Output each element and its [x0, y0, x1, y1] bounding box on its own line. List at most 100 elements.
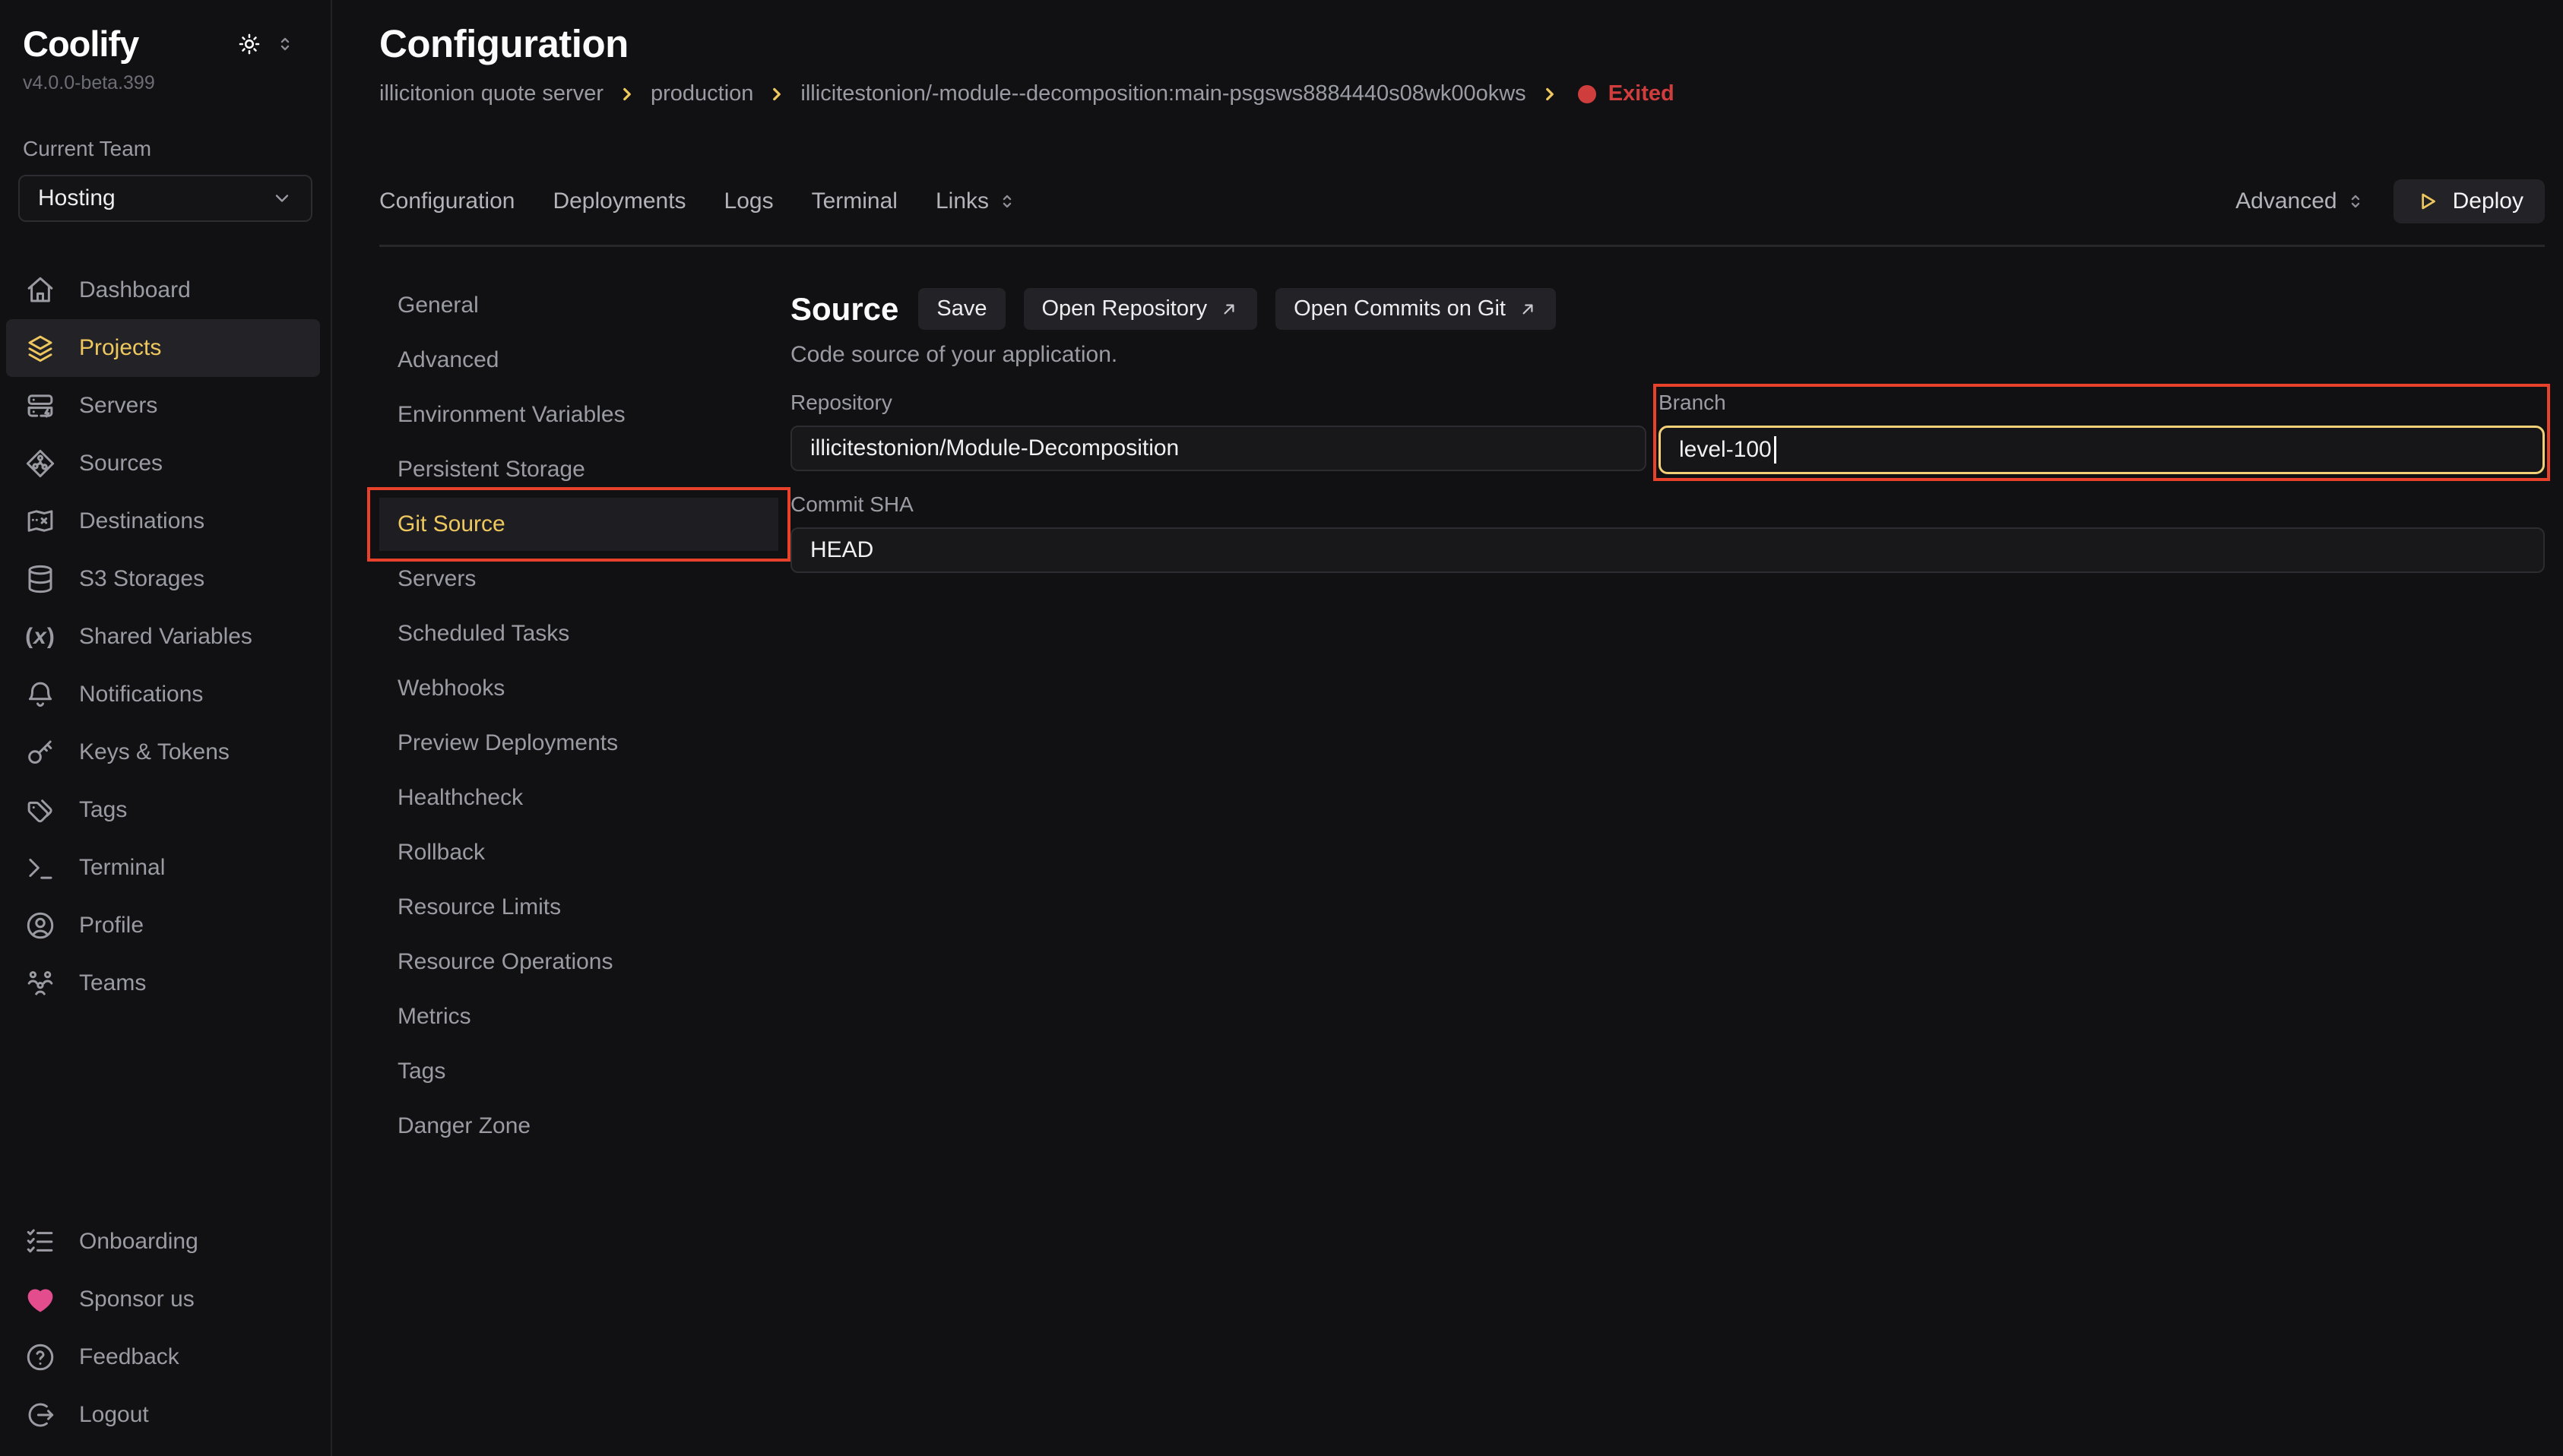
sidebar-item-dashboard[interactable]: Dashboard: [6, 261, 320, 319]
chevron-down-icon: [271, 188, 293, 209]
sidebar-item-label: Feedback: [79, 1344, 179, 1370]
subnav-item-resource-limits[interactable]: Resource Limits: [379, 881, 778, 934]
status-badge: Exited: [1578, 81, 1674, 106]
git-source-panel: Source Save Open Repository Open Commits…: [790, 279, 2545, 1456]
sidebar-item-label: Teams: [79, 970, 146, 996]
sidebar-item-label: Terminal: [79, 855, 165, 881]
content-area: General Advanced Environment Variables P…: [379, 279, 2545, 1456]
app-logo: Coolify: [23, 23, 138, 65]
sidebar-item-sponsor-us[interactable]: Sponsor us: [6, 1271, 320, 1328]
sidebar-item-label: S3 Storages: [79, 566, 204, 592]
breadcrumb: illicitonion quote server production ill…: [379, 81, 2545, 106]
external-link-icon: [1219, 299, 1239, 319]
advanced-menu[interactable]: Advanced: [2235, 188, 2365, 214]
logo-row: Coolify: [0, 23, 331, 65]
save-button[interactable]: Save: [918, 288, 1005, 330]
repository-label: Repository: [790, 391, 1646, 415]
sidebar-item-servers[interactable]: Servers: [6, 377, 320, 435]
page-title: Configuration: [379, 21, 2545, 66]
checklist-icon: [24, 1226, 56, 1258]
subnav-item-webhooks[interactable]: Webhooks: [379, 662, 778, 715]
home-icon: [24, 274, 56, 306]
subnav-item-general[interactable]: General: [379, 279, 778, 332]
subnav-item-metrics[interactable]: Metrics: [379, 990, 778, 1043]
tab-deployments[interactable]: Deployments: [553, 188, 686, 214]
play-icon: [2415, 189, 2439, 214]
sidebar-item-teams[interactable]: Teams: [6, 954, 320, 1012]
sidebar-footer-nav: Onboarding Sponsor us Feedback Logout: [0, 1213, 331, 1444]
sidebar-item-label: Destinations: [79, 508, 204, 534]
sidebar-item-shared-variables[interactable]: (x) Shared Variables: [6, 608, 320, 666]
user-icon: [24, 910, 56, 942]
subnav-item-rollback[interactable]: Rollback: [379, 826, 778, 879]
subnav-item-persistent-storage[interactable]: Persistent Storage: [379, 443, 778, 496]
database-icon: [24, 563, 56, 595]
breadcrumb-project[interactable]: illicitonion quote server: [379, 81, 604, 106]
tags-icon: [24, 794, 56, 826]
key-icon: [24, 736, 56, 768]
subnav-item-resource-operations[interactable]: Resource Operations: [379, 935, 778, 989]
sidebar-item-sources[interactable]: Sources: [6, 435, 320, 492]
sidebar-item-profile[interactable]: Profile: [6, 897, 320, 954]
open-commits-button[interactable]: Open Commits on Git: [1275, 288, 1556, 330]
subnav-item-servers[interactable]: Servers: [379, 552, 778, 606]
map-icon: [24, 505, 56, 537]
sidebar-item-terminal[interactable]: Terminal: [6, 839, 320, 897]
tab-configuration[interactable]: Configuration: [379, 188, 515, 214]
open-repository-button[interactable]: Open Repository: [1024, 288, 1258, 330]
text-cursor: [1774, 436, 1776, 464]
app-root: Coolify v4.0.0-beta.399 Current Team Hos…: [0, 0, 2563, 1456]
server-icon: [24, 390, 56, 422]
git-source-icon: [24, 448, 56, 480]
chevron-right-icon: [617, 84, 637, 104]
sidebar-item-s3-storages[interactable]: S3 Storages: [6, 550, 320, 608]
subnav-item-scheduled-tasks[interactable]: Scheduled Tasks: [379, 607, 778, 660]
sidebar-item-notifications[interactable]: Notifications: [6, 666, 320, 723]
sidebar-item-onboarding[interactable]: Onboarding: [6, 1213, 320, 1271]
layers-icon: [24, 332, 56, 364]
sidebar-item-keys-tokens[interactable]: Keys & Tokens: [6, 723, 320, 781]
current-team-label: Current Team: [0, 137, 331, 161]
subnav-item-danger-zone[interactable]: Danger Zone: [379, 1100, 778, 1153]
team-select[interactable]: Hosting: [18, 175, 312, 222]
theme-selector-chevrons-icon[interactable]: [274, 33, 296, 55]
chevron-right-icon: [767, 84, 787, 104]
repository-input[interactable]: [790, 426, 1646, 471]
sidebar-item-destinations[interactable]: Destinations: [6, 492, 320, 550]
deploy-button[interactable]: Deploy: [2394, 179, 2545, 223]
commit-sha-label: Commit SHA: [790, 492, 2545, 517]
subnav-item-healthcheck[interactable]: Healthcheck: [379, 771, 778, 825]
branch-label: Branch: [1659, 391, 2545, 415]
commit-sha-input[interactable]: [790, 527, 2545, 573]
subnav-item-advanced[interactable]: Advanced: [379, 334, 778, 387]
sidebar-item-label: Onboarding: [79, 1229, 198, 1255]
variable-icon: (x): [24, 621, 56, 653]
sidebar-item-tags[interactable]: Tags: [6, 781, 320, 839]
repository-field: Repository: [790, 391, 1646, 474]
theme-sun-icon[interactable]: [236, 31, 262, 57]
sidebar-item-label: Notifications: [79, 682, 203, 707]
config-subnav: General Advanced Environment Variables P…: [379, 279, 778, 1456]
subnav-item-git-source[interactable]: Git Source: [379, 498, 778, 551]
help-icon: [24, 1341, 56, 1373]
sidebar-item-logout[interactable]: Logout: [6, 1386, 320, 1444]
users-icon: [24, 967, 56, 999]
tab-logs[interactable]: Logs: [724, 188, 774, 214]
tab-terminal[interactable]: Terminal: [812, 188, 898, 214]
subnav-item-environment-variables[interactable]: Environment Variables: [379, 388, 778, 442]
sidebar-item-projects[interactable]: Projects: [6, 319, 320, 377]
sidebar-item-feedback[interactable]: Feedback: [6, 1328, 320, 1386]
sidebar: Coolify v4.0.0-beta.399 Current Team Hos…: [0, 0, 332, 1456]
breadcrumb-application[interactable]: illicitestonion/-module--decomposition:m…: [800, 81, 1525, 106]
branch-field-annotated: Branch level-100: [1659, 391, 2545, 474]
subnav-item-tags[interactable]: Tags: [379, 1045, 778, 1098]
subnav-item-preview-deployments[interactable]: Preview Deployments: [379, 717, 778, 770]
commit-sha-field: Commit SHA: [790, 492, 2545, 573]
tab-links[interactable]: Links: [936, 188, 1018, 214]
sidebar-item-label: Shared Variables: [79, 624, 252, 650]
sidebar-item-label: Logout: [79, 1402, 149, 1428]
team-select-value: Hosting: [38, 185, 116, 211]
breadcrumb-environment[interactable]: production: [651, 81, 753, 106]
external-link-icon: [1518, 299, 1538, 319]
branch-input[interactable]: level-100: [1659, 426, 2545, 474]
